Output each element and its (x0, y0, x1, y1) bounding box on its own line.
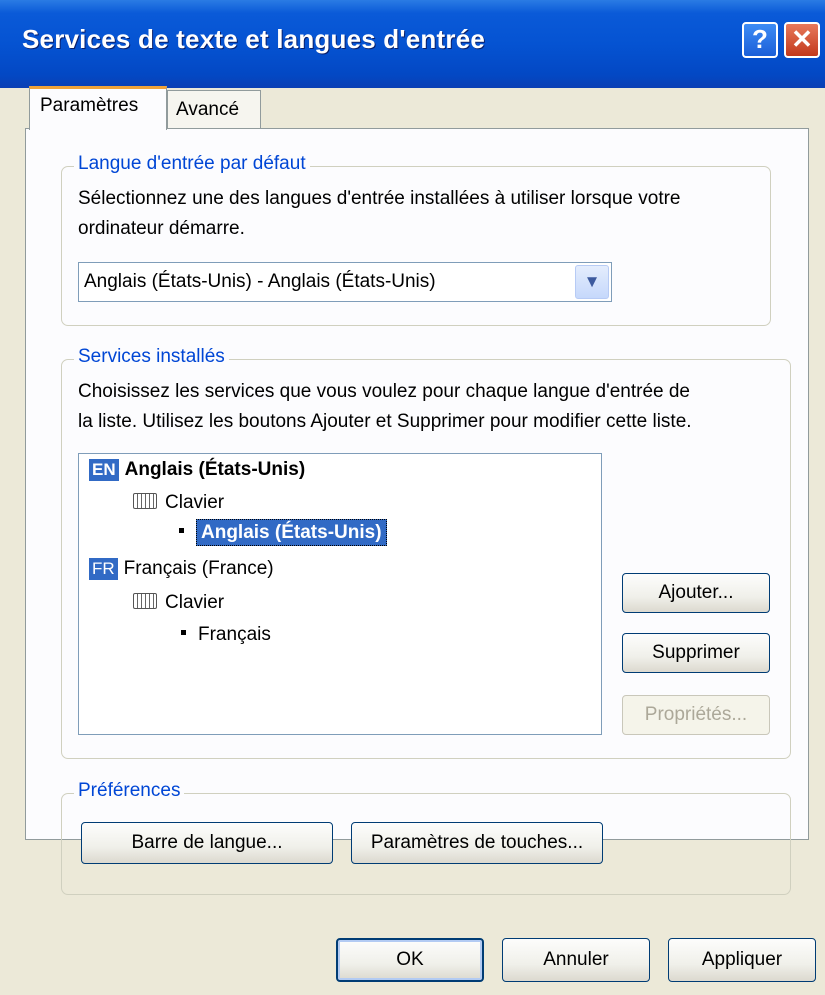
apply-button[interactable]: Appliquer (668, 938, 816, 982)
tree-category-keyboard-fr-label: Clavier (165, 592, 225, 613)
keyboard-icon (133, 592, 157, 609)
chevron-down-icon[interactable]: ▼ (575, 265, 609, 299)
tree-category-keyboard-fr[interactable]: Clavier (133, 592, 224, 614)
en-language-icon: EN (89, 459, 119, 481)
dialog-window: Services de texte et langues d'entrée ? … (0, 0, 825, 995)
tree-language-en-label: Anglais (États-Unis) (124, 459, 306, 480)
tree-language-fr-label: Français (France) (123, 558, 274, 579)
default-language-legend: Langue d'entrée par défaut (74, 153, 310, 175)
tree-item-fr-keyboard-label: Français (198, 624, 271, 645)
bullet-icon (179, 528, 184, 534)
window-title: Services de texte et langues d'entrée (22, 24, 486, 54)
bullet-icon (181, 630, 186, 636)
installed-services-description-line1: Choisissez les services que vous voulez … (78, 381, 690, 402)
tab-panel: Langue d'entrée par défaut Sélectionnez … (25, 128, 809, 895)
help-button[interactable]: ? (742, 22, 778, 58)
tab-avance[interactable]: Avancé (167, 90, 261, 128)
language-bar-button[interactable]: Barre de langue... (81, 822, 333, 864)
title-bar[interactable]: Services de texte et langues d'entrée ? … (0, 0, 825, 88)
keyboard-icon (133, 492, 157, 509)
installed-services-legend: Services installés (74, 346, 229, 368)
tab-avance-label: Avancé (176, 99, 240, 120)
add-button[interactable]: Ajouter... (622, 573, 770, 613)
default-language-dropdown[interactable]: Anglais (États-Unis) - Anglais (États-Un… (78, 262, 612, 302)
tab-parametres[interactable]: Paramètres (29, 86, 167, 130)
remove-button[interactable]: Supprimer (622, 633, 770, 673)
tree-item-fr-keyboard[interactable]: Français (181, 624, 271, 646)
properties-button[interactable]: Propriétés... (622, 695, 770, 735)
tab-parametres-label: Paramètres (40, 95, 139, 116)
fr-language-icon: FR (89, 558, 118, 580)
tree-language-fr[interactable]: FR Français (France) (89, 558, 274, 580)
close-button[interactable]: ✕ (784, 22, 820, 58)
installed-services-description-line2: la liste. Utilisez les boutons Ajouter e… (78, 411, 692, 432)
tree-language-en[interactable]: EN Anglais (États-Unis) (89, 459, 305, 481)
key-settings-button[interactable]: Paramètres de touches... (351, 822, 603, 864)
tree-category-keyboard-en-label: Clavier (165, 492, 225, 513)
tree-category-keyboard-en[interactable]: Clavier (133, 492, 224, 514)
tree-item-en-keyboard[interactable]: Anglais (États-Unis) (179, 519, 387, 546)
default-language-description-line2: ordinateur démarre. (78, 218, 245, 239)
cancel-button[interactable]: Annuler (502, 938, 650, 982)
preferences-legend: Préférences (74, 780, 185, 802)
default-language-description-line1: Sélectionnez une des langues d'entrée in… (78, 188, 681, 209)
tree-item-en-keyboard-label: Anglais (États-Unis) (196, 519, 387, 546)
services-tree[interactable]: EN Anglais (États-Unis) Clavier Anglais (… (78, 453, 602, 735)
ok-button[interactable]: OK (336, 938, 484, 982)
default-language-value: Anglais (États-Unis) - Anglais (États-Un… (84, 271, 436, 292)
